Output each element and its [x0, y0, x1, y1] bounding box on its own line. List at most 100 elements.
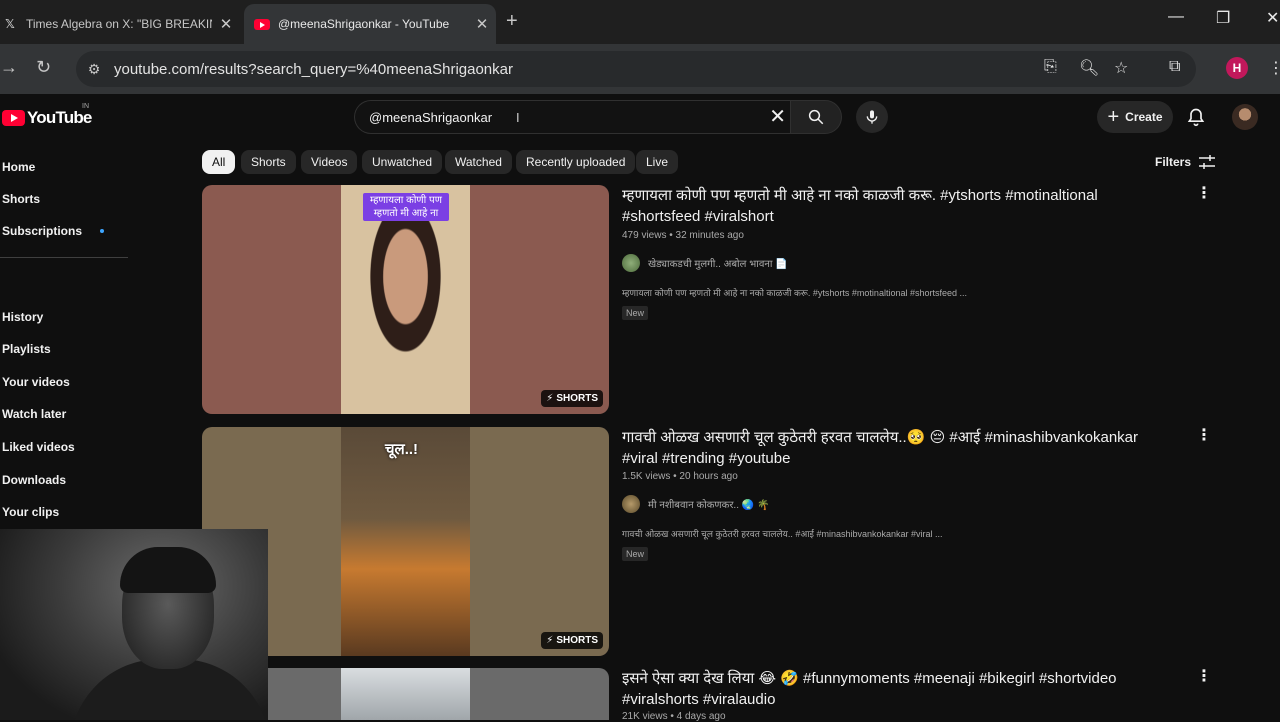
channel-avatar[interactable]: [622, 254, 640, 272]
thumbnail-blur-bg: [202, 185, 341, 414]
microphone-icon: [866, 110, 878, 124]
sidebar-item-home[interactable]: Home: [2, 160, 35, 174]
minimize-icon[interactable]: —: [1168, 8, 1184, 26]
shorts-badge: ⚡ SHORTS: [541, 632, 603, 649]
sidebar-item-watch-later[interactable]: Watch later: [2, 407, 66, 421]
chip-live[interactable]: Live: [636, 150, 679, 174]
result-title[interactable]: इसने ऐसा क्या देख लिया 😂 🤣 #funnymoments…: [622, 668, 1182, 710]
reload-icon[interactable]: ↻: [36, 57, 51, 78]
site-info-icon[interactable]: ⚙: [76, 61, 112, 78]
caption-line: म्हणायला कोणी पण: [370, 195, 442, 206]
new-badge: New: [622, 547, 649, 561]
shorts-label: SHORTS: [556, 393, 598, 404]
filters-label: Filters: [1155, 155, 1192, 169]
chip-unwatched[interactable]: Unwatched: [362, 150, 443, 174]
close-window-icon[interactable]: ✕: [1266, 8, 1279, 28]
channel-name[interactable]: खेड्याकडची मुलगी.. अबोल भावना 📄: [648, 256, 788, 270]
x-logo-icon: 𝕏: [5, 17, 15, 31]
logo-text: YouTube: [27, 108, 92, 127]
thumbnail-caption: म्हणायला कोणी पण म्हणतो मी आहे ना: [363, 193, 449, 221]
title-line: गावची ओळख असणारी चूल कुठेतरी हरवत चाललेय…: [622, 429, 1139, 446]
restore-icon[interactable]: ❐: [1216, 8, 1230, 28]
chip-watched[interactable]: Watched: [445, 150, 512, 174]
thumbnail-blur-bg: [470, 185, 609, 414]
result-meta: 21K views • 4 days ago: [622, 711, 726, 722]
youtube-header: YouTube IN @meenaShrigaonkar I ✕ + Creat…: [0, 94, 1280, 142]
url-text[interactable]: youtube.com/results?search_query=%40meen…: [112, 61, 513, 78]
notifications-bell-icon[interactable]: [1186, 106, 1206, 133]
thumbnail-blur-bg: [470, 427, 609, 656]
youtube-icon: [254, 16, 270, 32]
clear-search-icon[interactable]: ✕: [769, 105, 786, 129]
sidebar-item-liked-videos[interactable]: Liked videos: [2, 440, 75, 454]
browser-tab-bar: 𝕏 Times Algebra on X: "BIG BREAKING N ✕ …: [0, 0, 1280, 44]
result-thumbnail[interactable]: म्हणायला कोणी पण म्हणतो मी आहे ना ⚡ SHOR…: [202, 185, 609, 414]
result-description: गावची ओळख असणारी चूल कुठेतरी हरवत चाललेय…: [622, 529, 943, 539]
shorts-icon: ⚡: [546, 393, 554, 404]
filter-sliders-icon: [1199, 155, 1216, 169]
result-description: म्हणायला कोणी पण म्हणतो मी आहे ना नको का…: [622, 288, 967, 298]
create-button[interactable]: + Create: [1097, 101, 1173, 133]
thumbnail-blur-bg: [470, 668, 609, 720]
search-input[interactable]: @meenaShrigaonkar I ✕: [354, 100, 790, 134]
sidebar-item-your-videos[interactable]: Your videos: [2, 375, 70, 389]
result-meta: 1.5K views • 20 hours ago: [622, 471, 738, 482]
more-actions-icon[interactable]: ⋮: [1196, 186, 1212, 202]
thumbnail-frame: चूल..!: [341, 427, 470, 656]
sidebar-item-shorts[interactable]: Shorts: [2, 192, 40, 206]
close-tab-icon[interactable]: ✕: [212, 15, 240, 33]
country-code: IN: [82, 103, 89, 110]
zoom-icon[interactable]: 🔍︎: [1079, 58, 1099, 78]
more-actions-icon[interactable]: ⋮: [1196, 428, 1212, 444]
sidebar-item-history[interactable]: History: [2, 310, 43, 324]
result-title[interactable]: गावची ओळख असणारी चूल कुठेतरी हरवत चाललेय…: [622, 427, 1182, 469]
sidebar-item-playlists[interactable]: Playlists: [2, 342, 51, 356]
shorts-label: SHORTS: [556, 635, 598, 646]
sidebar-item-downloads[interactable]: Downloads: [2, 473, 66, 487]
tab-title: @meenaShrigaonkar - YouTube: [278, 17, 450, 31]
shorts-badge: ⚡ SHORTS: [541, 390, 603, 407]
title-line: #viral #trending #youtube: [622, 450, 791, 467]
create-label: Create: [1125, 110, 1163, 124]
text-cursor-icon: I: [516, 109, 520, 125]
result-channel[interactable]: मी नशीबवान कोकणकर.. 🌏 🌴: [622, 495, 769, 513]
new-badge: New: [622, 306, 649, 320]
close-tab-icon[interactable]: ✕: [468, 15, 496, 33]
sidebar-item-your-clips[interactable]: Your clips: [2, 505, 59, 519]
search-icon: [808, 109, 824, 125]
channel-avatar[interactable]: [622, 495, 640, 513]
sidebar-item-subscriptions[interactable]: Subscriptions: [2, 224, 82, 238]
filters-button[interactable]: Filters: [1155, 155, 1216, 169]
channel-name[interactable]: मी नशीबवान कोकणकर.. 🌏 🌴: [648, 497, 769, 511]
chip-videos[interactable]: Videos: [301, 150, 358, 174]
shorts-icon: ⚡: [546, 635, 554, 646]
extensions-icon[interactable]: ⧉: [1169, 58, 1180, 76]
voice-search-button[interactable]: [856, 101, 888, 133]
browser-tab-youtube[interactable]: @meenaShrigaonkar - YouTube ✕: [244, 4, 496, 44]
more-actions-icon[interactable]: ⋮: [1196, 669, 1212, 685]
bookmark-star-icon[interactable]: ☆: [1114, 58, 1128, 78]
search-button[interactable]: [790, 100, 842, 134]
browser-profile-avatar[interactable]: H: [1226, 57, 1248, 79]
result-title[interactable]: म्हणायला कोणी पण म्हणतो मी आहे ना नको का…: [622, 185, 1182, 227]
thumbnail-frame: [341, 668, 470, 720]
browser-menu-icon[interactable]: ⋮: [1268, 58, 1280, 78]
title-line: #shortsfeed #viralshort: [622, 208, 774, 225]
install-app-icon[interactable]: ⎘: [1044, 58, 1057, 76]
search-query[interactable]: @meenaShrigaonkar: [369, 110, 492, 125]
chip-shorts[interactable]: Shorts: [241, 150, 296, 174]
title-line: इसने ऐसा क्या देख लिया 😂 🤣 #funnymoments…: [622, 670, 1117, 687]
chip-recently-uploaded[interactable]: Recently uploaded: [516, 150, 636, 174]
forward-icon[interactable]: →: [0, 57, 18, 78]
account-avatar[interactable]: [1232, 104, 1258, 130]
browser-tab-times-algebra[interactable]: 𝕏 Times Algebra on X: "BIG BREAKING N ✕: [0, 4, 240, 44]
sidebar-divider: [0, 257, 128, 258]
title-line: #viralshorts #viralaudio: [622, 691, 776, 708]
result-channel[interactable]: खेड्याकडची मुलगी.. अबोल भावना 📄: [622, 254, 788, 272]
new-tab-button[interactable]: +: [506, 10, 518, 33]
result-meta: 479 views • 32 minutes ago: [622, 230, 744, 241]
webcam-overlay: [0, 529, 268, 720]
chip-all[interactable]: All: [202, 150, 236, 174]
youtube-logo[interactable]: YouTube IN: [2, 103, 92, 128]
omnibox[interactable]: ⚙ youtube.com/results?search_query=%40me…: [76, 51, 1196, 87]
